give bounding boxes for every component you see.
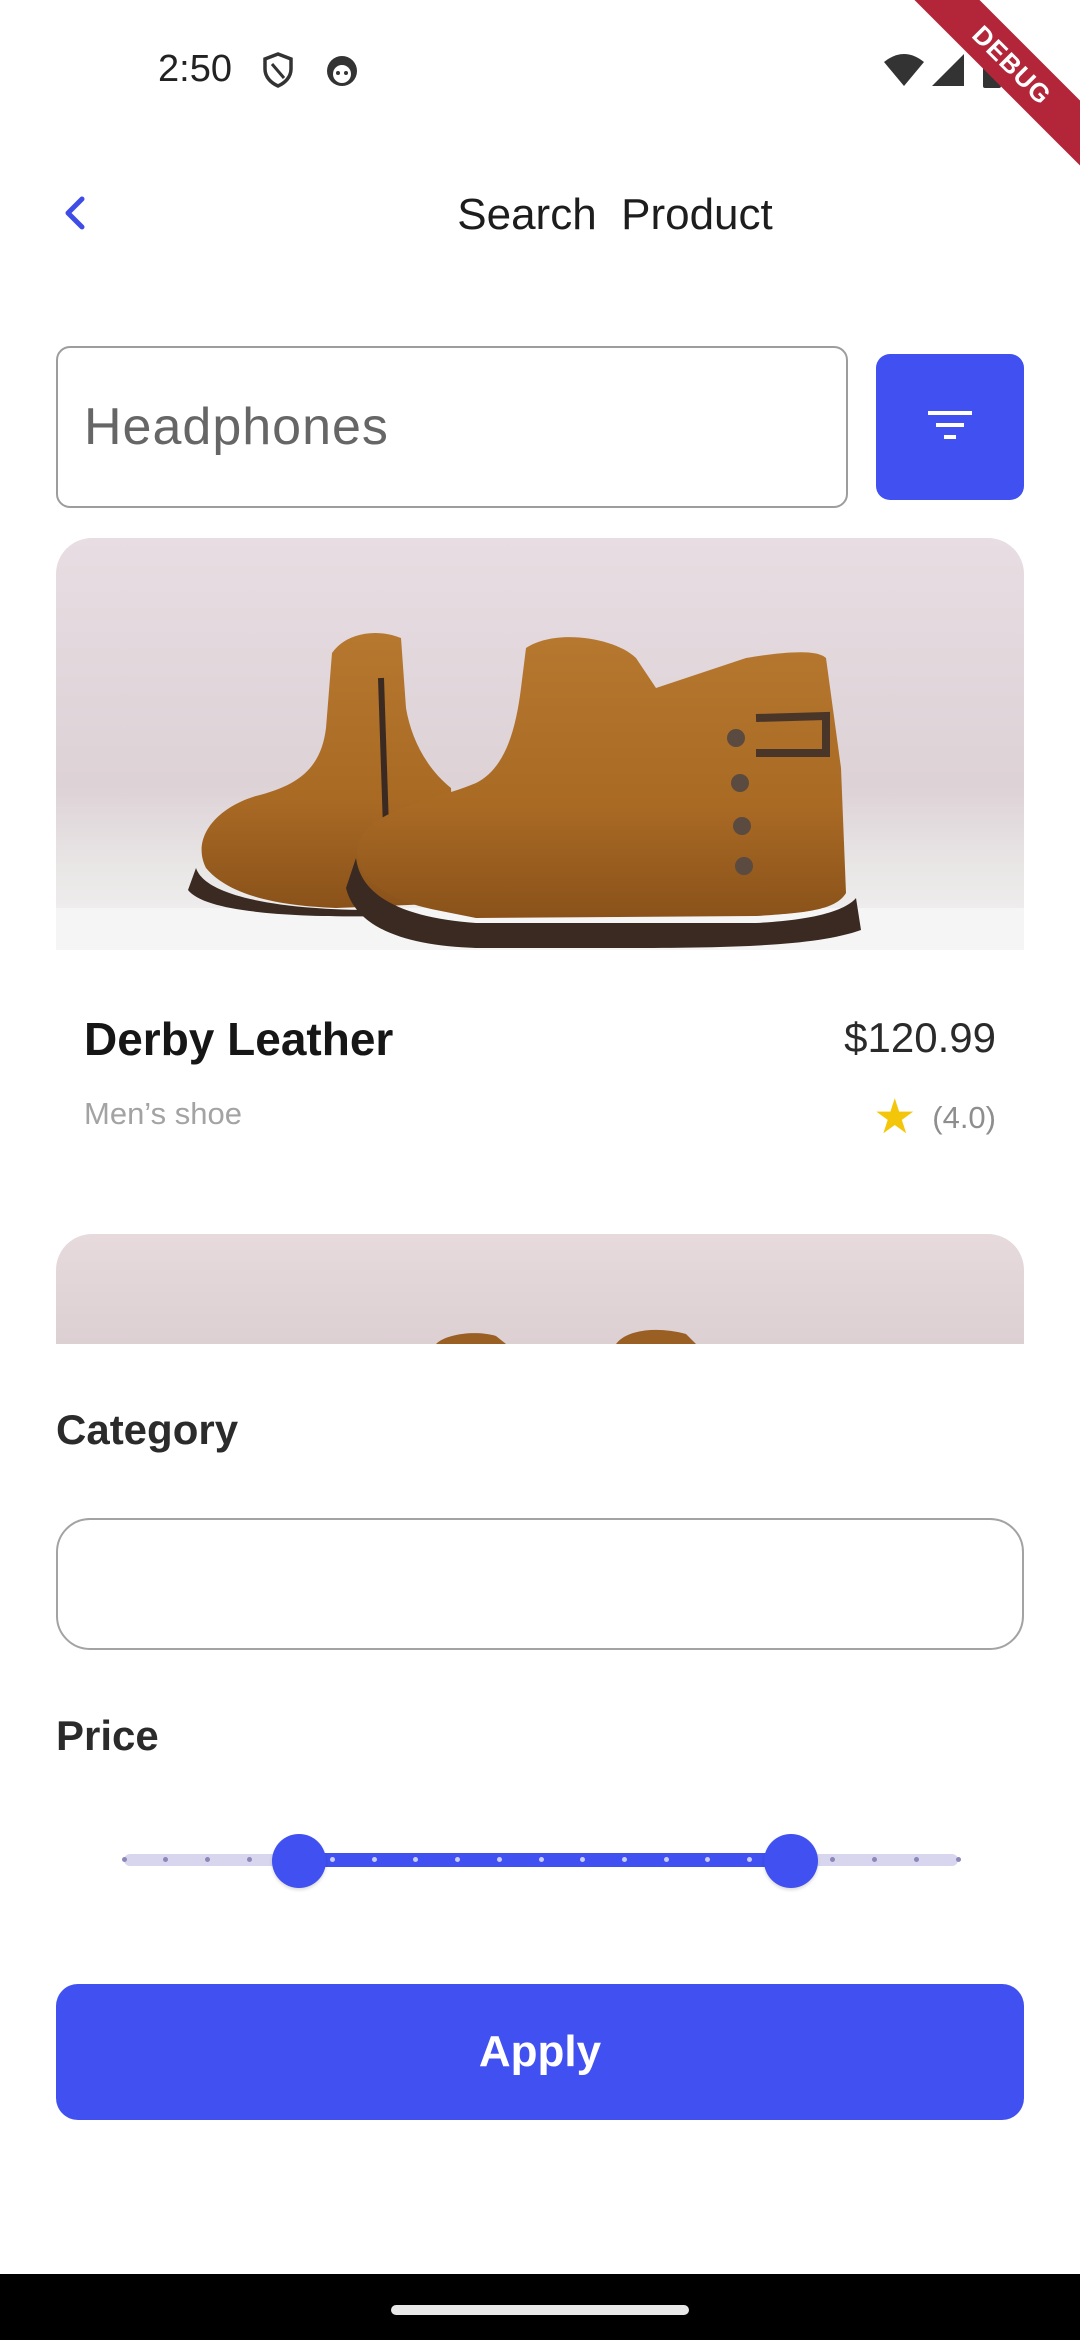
slider-tick <box>663 1857 669 1862</box>
product-rating: ★ (4.0) <box>873 1094 996 1142</box>
slider-tick <box>955 1857 961 1862</box>
status-bar: 2:50 DEBUG <box>0 0 1080 170</box>
slider-tick <box>496 1857 502 1862</box>
filter-button[interactable] <box>876 354 1024 500</box>
status-time: 2:50 <box>158 48 232 90</box>
product-price: $120.99 <box>844 1014 996 1061</box>
filter-icon <box>926 407 974 448</box>
category-field[interactable] <box>56 1518 1024 1650</box>
search-field[interactable] <box>56 346 848 508</box>
filter-sheet <box>0 1344 1080 2274</box>
product-image[interactable] <box>56 1234 1024 1344</box>
rating-value: (4.0) <box>932 1100 996 1135</box>
product-subtitle: Men’s shoe <box>84 1096 242 1131</box>
product-name[interactable]: Derby Leather <box>84 1012 393 1066</box>
slider-tick <box>371 1857 377 1862</box>
app-bar: Search Product <box>0 170 1080 260</box>
price-range-slider[interactable] <box>121 1834 961 1888</box>
debug-label: DEBUG <box>910 0 1080 170</box>
product-image[interactable] <box>56 538 1024 950</box>
slider-tick <box>330 1857 335 1862</box>
price-label: Price <box>56 1712 159 1759</box>
page-title: Search Product <box>457 190 773 239</box>
shield-icon <box>258 50 298 90</box>
slider-end-thumb[interactable] <box>764 1834 819 1888</box>
slider-start-thumb[interactable] <box>272 1834 327 1888</box>
slider-tick <box>121 1857 127 1862</box>
face-icon <box>322 50 362 90</box>
slider-tick <box>747 1857 752 1862</box>
slider-tick <box>246 1857 252 1862</box>
slider-tick <box>538 1857 544 1862</box>
star-icon: ★ <box>873 1091 917 1144</box>
apply-button[interactable]: Apply <box>56 1984 1024 2120</box>
slider-tick <box>913 1857 919 1862</box>
search-input[interactable] <box>84 397 846 457</box>
boots-illustration <box>56 633 1024 950</box>
slider-tick <box>204 1857 210 1862</box>
debug-ribbon: DEBUG <box>910 0 1080 170</box>
slider-tick <box>621 1857 627 1862</box>
boots-illustration <box>436 1329 696 1344</box>
category-label: Category <box>56 1406 239 1453</box>
home-indicator[interactable] <box>391 2305 689 2315</box>
